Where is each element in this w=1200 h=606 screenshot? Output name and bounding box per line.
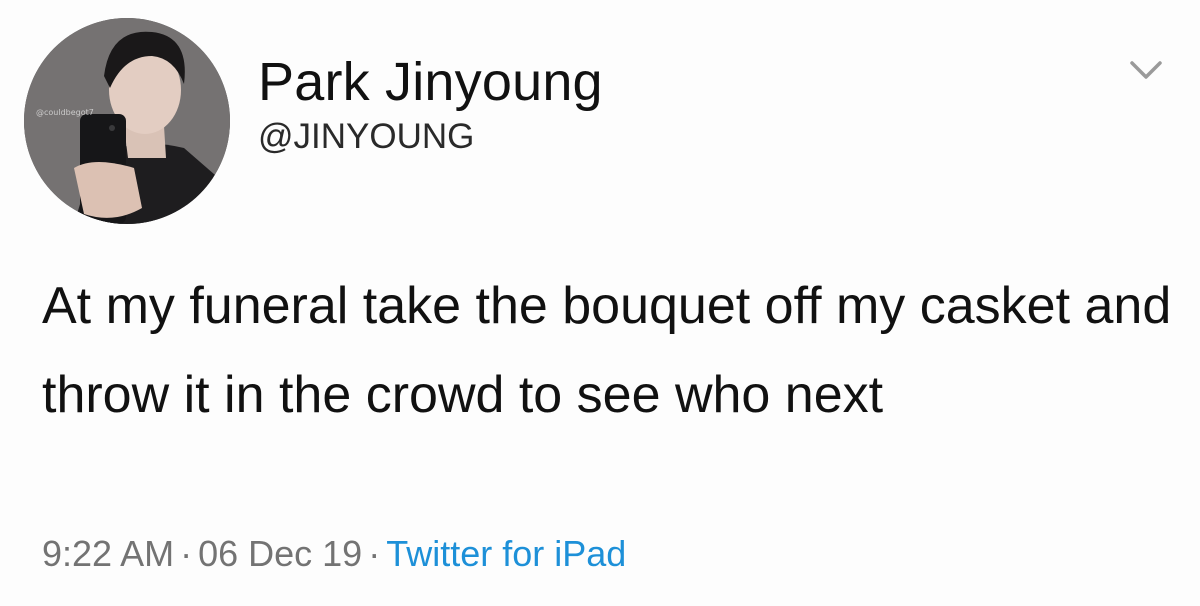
tweet-source-link[interactable]: Twitter for iPad <box>386 533 626 574</box>
chevron-down-icon <box>1130 61 1162 79</box>
more-options-button[interactable] <box>1126 52 1166 88</box>
avatar-photo <box>24 18 230 224</box>
meta-separator: · <box>180 533 193 574</box>
tweet-text: At my funeral take the bouquet off my ca… <box>42 277 1172 424</box>
user-handle[interactable]: @JINYOUNG <box>258 117 474 157</box>
avatar-watermark: @couldbegot7 <box>36 108 94 117</box>
tweet-meta: 9:22 AM · 06 Dec 19 · Twitter for iPad <box>42 532 626 576</box>
tweet-date[interactable]: 06 Dec 19 <box>198 533 362 574</box>
avatar[interactable]: @couldbegot7 <box>24 18 230 224</box>
tweet-card: @couldbegot7 Park Jinyoung @JINYOUNG At … <box>0 0 1200 606</box>
meta-separator: · <box>368 533 381 574</box>
tweet-time[interactable]: 9:22 AM <box>42 533 174 574</box>
display-name[interactable]: Park Jinyoung <box>258 50 603 114</box>
